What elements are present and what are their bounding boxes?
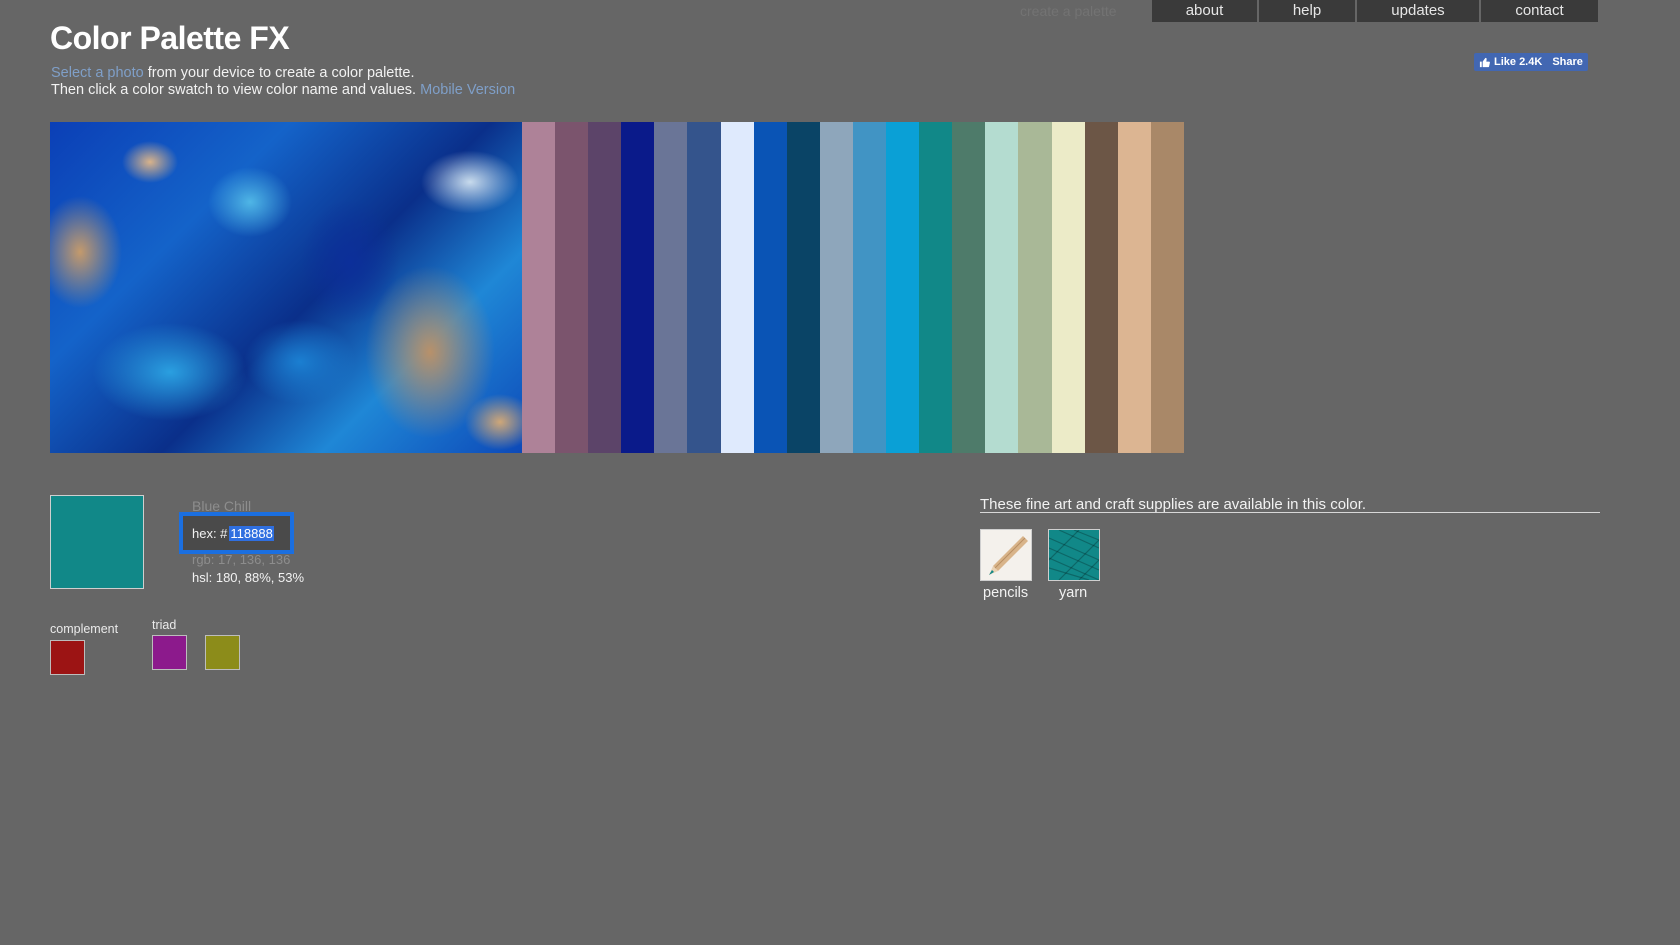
source-photo[interactable] — [50, 122, 522, 453]
hex-value[interactable]: 118888 — [229, 525, 274, 541]
selected-color-swatch — [50, 495, 144, 589]
palette-swatch[interactable] — [1150, 122, 1184, 453]
hsl-value: hsl: 180, 88%, 53% — [192, 570, 305, 585]
pencils-thumbnail[interactable] — [980, 529, 1032, 581]
palette-swatch[interactable] — [1051, 122, 1085, 453]
palette-swatch[interactable] — [654, 122, 688, 453]
yarn-icon — [1049, 530, 1099, 580]
select-photo-link[interactable]: Select a photo — [51, 65, 144, 81]
like-button[interactable]: Like 2.4K — [1474, 53, 1547, 71]
palette-swatch[interactable] — [621, 122, 655, 453]
hex-value-field[interactable]: hex: #118888 — [179, 512, 294, 554]
yarn-label: yarn — [1059, 585, 1088, 601]
top-nav: about help updates contact — [1152, 0, 1600, 22]
palette-swatch[interactable] — [720, 122, 754, 453]
palette-swatch[interactable] — [555, 122, 589, 453]
like-label: Like 2.4K — [1494, 56, 1543, 68]
palette-swatch[interactable] — [985, 122, 1019, 453]
palette-swatches — [522, 122, 1184, 453]
thumbs-up-icon — [1479, 57, 1490, 67]
intro-line1: from your device to create a color palet… — [143, 65, 415, 81]
supplies-divider — [980, 512, 1600, 513]
mobile-version-link[interactable]: Mobile Version — [420, 82, 515, 98]
palette-swatch[interactable] — [1018, 122, 1052, 453]
create-palette-link[interactable]: create a palette — [1020, 3, 1117, 19]
hex-label: hex: # — [192, 525, 228, 541]
nav-updates[interactable]: updates — [1357, 0, 1479, 22]
palette-swatch[interactable] — [852, 122, 887, 453]
triad-swatch-1[interactable] — [152, 635, 187, 670]
palette-swatch[interactable] — [522, 122, 556, 453]
palette-swatch[interactable] — [952, 122, 986, 453]
colored-pencil-icon — [989, 536, 1028, 575]
supplies-heading: These fine art and craft supplies are av… — [980, 496, 1367, 513]
triad-label: triad — [152, 618, 177, 632]
intro-line2: Then click a color swatch to view color … — [51, 82, 421, 98]
palette-swatch[interactable] — [919, 122, 953, 453]
page-title: Color Palette FX — [50, 20, 290, 56]
palette-swatch[interactable] — [886, 122, 920, 453]
pencils-label: pencils — [983, 585, 1029, 601]
nav-contact[interactable]: contact — [1481, 0, 1598, 22]
nav-help[interactable]: help — [1259, 0, 1355, 22]
palette-swatch[interactable] — [1084, 122, 1118, 453]
complement-swatch[interactable] — [50, 640, 85, 675]
triad-swatch-2[interactable] — [205, 635, 240, 670]
complement-label: complement — [50, 622, 119, 636]
share-button[interactable]: Share — [1547, 53, 1588, 71]
palette-swatch[interactable] — [1117, 122, 1151, 453]
palette-swatch[interactable] — [687, 122, 721, 453]
palette-swatch[interactable] — [786, 122, 820, 453]
palette-swatch[interactable] — [819, 122, 853, 453]
intro-text: Select a photo from your device to creat… — [51, 65, 515, 99]
yarn-thumbnail[interactable] — [1048, 529, 1100, 581]
rgb-value: rgb: 17, 136, 136 — [192, 552, 291, 567]
nav-about[interactable]: about — [1152, 0, 1257, 22]
facebook-widget: Like 2.4K Share — [1474, 53, 1588, 71]
palette-swatch[interactable] — [588, 122, 622, 453]
palette-swatch[interactable] — [753, 122, 787, 453]
